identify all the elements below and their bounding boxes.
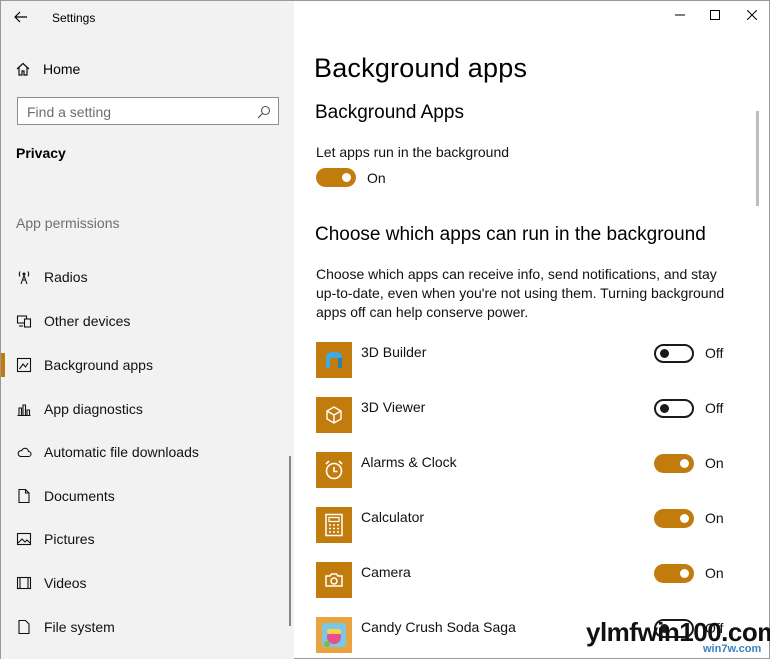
sidebar-item-label: Other devices bbox=[44, 313, 131, 329]
app-toggle[interactable] bbox=[654, 399, 694, 418]
app-toggle[interactable] bbox=[654, 564, 694, 583]
app-toggle[interactable] bbox=[654, 509, 694, 528]
sidebar-item-label: Background apps bbox=[44, 357, 153, 373]
settings-window: Settings Home Find a setting Privacy App… bbox=[0, 0, 770, 659]
toggle-knob bbox=[660, 404, 669, 413]
app-toggle-state: On bbox=[705, 565, 724, 581]
master-toggle-state: On bbox=[367, 170, 386, 186]
3d-builder-icon bbox=[316, 342, 352, 378]
toggle-knob bbox=[680, 459, 689, 468]
devices-icon bbox=[15, 312, 33, 330]
search-icon bbox=[257, 105, 271, 119]
sidebar-scrollbar[interactable] bbox=[289, 456, 291, 626]
toggle-knob bbox=[680, 569, 689, 578]
app-name: Candy Crush Soda Saga bbox=[361, 619, 516, 635]
calculator-icon bbox=[316, 507, 352, 543]
page-title: Background apps bbox=[314, 53, 528, 83]
sidebar-item-label: Documents bbox=[44, 488, 115, 504]
app-row-3d-builder: 3D Builder Off bbox=[316, 342, 736, 382]
app-toggle-state: Off bbox=[705, 400, 724, 416]
nav-home[interactable]: Home bbox=[15, 59, 80, 79]
maximize-icon bbox=[710, 10, 720, 20]
sidebar-item-videos[interactable]: Videos bbox=[15, 572, 285, 594]
app-toggle[interactable] bbox=[654, 454, 694, 473]
app-name: Camera bbox=[361, 564, 411, 580]
sidebar-item-pictures[interactable]: Pictures bbox=[15, 528, 285, 550]
sidebar-item-label: Videos bbox=[44, 575, 87, 591]
toggle-knob bbox=[660, 349, 669, 358]
radio-icon bbox=[15, 268, 33, 286]
app-toggle-state: On bbox=[705, 510, 724, 526]
sidebar-item-app-diagnostics[interactable]: App diagnostics bbox=[15, 398, 285, 420]
video-icon bbox=[15, 574, 33, 592]
background-apps-icon bbox=[15, 356, 33, 374]
section-title: Privacy bbox=[16, 145, 66, 161]
master-toggle[interactable] bbox=[316, 168, 356, 187]
app-row-alarms-clock: Alarms & Clock On bbox=[316, 452, 736, 492]
description: Choose which apps can receive info, send… bbox=[316, 266, 725, 320]
sidebar-item-other-devices[interactable]: Other devices bbox=[15, 310, 285, 332]
candy-crush-icon bbox=[316, 617, 352, 653]
picture-icon bbox=[15, 530, 33, 548]
sidebar-item-documents[interactable]: Documents bbox=[15, 485, 285, 507]
sidebar-item-label: Pictures bbox=[44, 531, 95, 547]
sidebar-item-label: File system bbox=[44, 619, 115, 635]
sidebar-item-label: App diagnostics bbox=[44, 401, 143, 417]
app-title: Settings bbox=[52, 11, 96, 25]
sidebar-item-radios[interactable]: Radios bbox=[15, 266, 285, 288]
subheading: Background Apps bbox=[315, 102, 464, 123]
app-toggle[interactable] bbox=[654, 344, 694, 363]
app-diagnostics-icon bbox=[15, 400, 33, 418]
toggle-knob bbox=[680, 514, 689, 523]
app-row-calculator: Calculator On bbox=[316, 507, 736, 547]
sidebar-item-file-system[interactable]: File system bbox=[15, 616, 285, 638]
toggle-knob bbox=[342, 173, 351, 182]
group-title: App permissions bbox=[16, 215, 120, 231]
section-heading: Choose which apps can run in the backgro… bbox=[315, 224, 706, 245]
home-label: Home bbox=[43, 61, 81, 77]
sidebar-item-automatic-file-downloads[interactable]: Automatic file downloads bbox=[15, 441, 285, 463]
app-toggle-state: Off bbox=[705, 345, 724, 361]
search-placeholder: Find a setting bbox=[27, 104, 112, 120]
camera-icon bbox=[316, 562, 352, 598]
back-button[interactable] bbox=[11, 7, 31, 27]
sidebar-item-label: Automatic file downloads bbox=[44, 444, 199, 460]
file-icon bbox=[15, 618, 33, 636]
main-scrollbar[interactable] bbox=[756, 111, 759, 206]
sidebar: Settings Home Find a setting Privacy App… bbox=[1, 1, 294, 659]
home-icon bbox=[16, 62, 30, 76]
app-name: Calculator bbox=[361, 509, 425, 525]
watermark-sub: win7w.com bbox=[703, 643, 762, 655]
app-toggle-state: On bbox=[705, 455, 724, 471]
alarm-clock-icon bbox=[316, 452, 352, 488]
back-arrow-icon bbox=[14, 11, 27, 23]
minimize-icon bbox=[675, 14, 685, 16]
sidebar-item-background-apps[interactable]: Background apps bbox=[1, 353, 285, 377]
search-input[interactable]: Find a setting bbox=[17, 97, 279, 125]
app-name: 3D Viewer bbox=[361, 399, 426, 415]
minimize-button[interactable] bbox=[667, 5, 693, 25]
cloud-icon bbox=[15, 443, 33, 461]
close-icon bbox=[747, 10, 757, 20]
master-setting-label: Let apps run in the background bbox=[316, 144, 510, 160]
app-row-camera: Camera On bbox=[316, 562, 736, 602]
app-row-3d-viewer: 3D Viewer Off bbox=[316, 397, 736, 437]
maximize-button[interactable] bbox=[702, 5, 728, 25]
sidebar-item-label: Radios bbox=[44, 269, 88, 285]
close-button[interactable] bbox=[739, 5, 765, 25]
document-icon bbox=[15, 487, 33, 505]
app-name: 3D Builder bbox=[361, 344, 427, 360]
3d-viewer-icon bbox=[316, 397, 352, 433]
app-name: Alarms & Clock bbox=[361, 454, 457, 470]
